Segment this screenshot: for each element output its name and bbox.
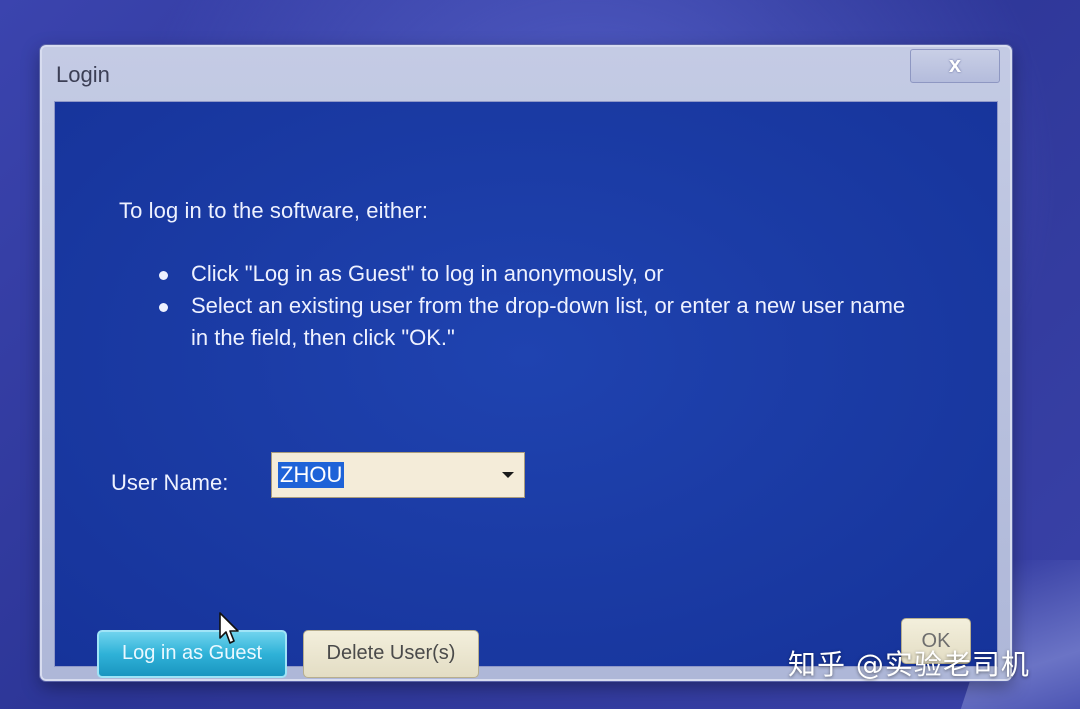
- login-as-guest-button[interactable]: Log in as Guest: [97, 630, 287, 678]
- mouse-pointer-icon: [219, 612, 239, 644]
- dialog-body: To log in to the software, either: Click…: [54, 101, 998, 678]
- title-bar[interactable]: Login x: [42, 47, 1010, 101]
- bullet-icon: [159, 271, 168, 280]
- close-icon: x: [948, 52, 962, 77]
- window-title: Login: [56, 62, 110, 87]
- user-name-input[interactable]: ZHOU: [278, 462, 345, 488]
- delete-users-button[interactable]: Delete User(s): [303, 630, 479, 678]
- instruction-text: Select an existing user from the drop-do…: [191, 293, 906, 350]
- login-dialog: Login x To log in to the software, eithe…: [40, 45, 1012, 681]
- user-name-combobox[interactable]: ZHOU: [271, 452, 525, 498]
- intro-text: To log in to the software, either:: [119, 198, 429, 223]
- watermark: 知乎 @实验老司机: [788, 648, 1030, 681]
- close-button[interactable]: x: [910, 49, 1000, 83]
- bullet-icon: [159, 303, 168, 312]
- instruction-item: Select an existing user from the drop-do…: [159, 290, 911, 354]
- instruction-text: Click "Log in as Guest" to log in anonym…: [191, 261, 664, 286]
- instruction-list: Click "Log in as Guest" to log in anonym…: [159, 258, 911, 354]
- dropdown-arrow-icon[interactable]: [502, 472, 514, 478]
- instruction-item: Click "Log in as Guest" to log in anonym…: [159, 258, 911, 290]
- user-name-label: User Name:: [111, 470, 229, 495]
